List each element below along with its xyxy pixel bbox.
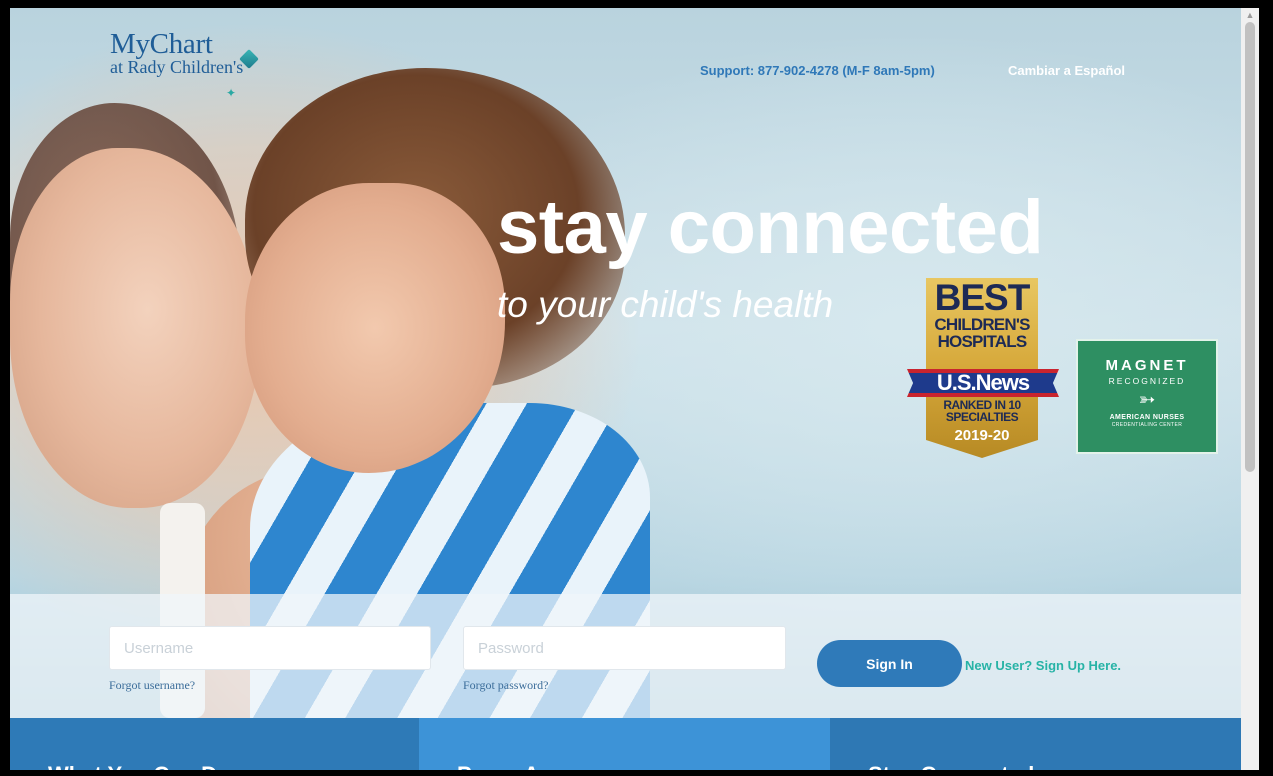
magnet-badge: MAGNET RECOGNIZED ➳ AMERICAN NURSES CRED… <box>1076 339 1218 454</box>
usnews-best: BEST <box>934 277 1031 318</box>
feature-stay-connected[interactable]: Stay Connected <box>830 718 1241 770</box>
usnews-badge: BEST CHILDREN'S HOSPITALS U.S.News RANKE… <box>907 276 1059 461</box>
browser-viewport: MyChart at Rady Children's ✦ Support: 87… <box>10 8 1241 770</box>
forgot-password-link[interactable]: Forgot password? <box>463 678 548 693</box>
feature-what-you-can-do[interactable]: What You Can Do <box>10 718 419 770</box>
support-phone: Support: 877-902-4278 (M-F 8am-5pm) <box>700 63 935 78</box>
forgot-username-link[interactable]: Forgot username? <box>109 678 195 693</box>
logo-line2: at Rady Children's <box>110 57 244 77</box>
magnet-org: AMERICAN NURSES <box>1109 414 1185 421</box>
logo-line1: MyChart <box>110 28 213 60</box>
sign-up-link[interactable]: New User? Sign Up Here. <box>965 658 1121 673</box>
feature-title: What You Can Do <box>48 762 231 770</box>
usnews-year: 2019-20 <box>954 427 1010 444</box>
feature-proxy-access[interactable]: Proxy Access <box>419 718 830 770</box>
scroll-up-icon[interactable]: ▲ <box>1245 10 1255 20</box>
feature-strip: What You Can Do Proxy Access Stay Connec… <box>10 718 1241 770</box>
feature-title: Proxy Access <box>457 762 601 770</box>
mychart-logo[interactable]: MyChart at Rady Children's <box>110 28 244 77</box>
password-input[interactable] <box>463 626 786 670</box>
username-input[interactable] <box>109 626 431 670</box>
usnews-line3: HOSPITALS <box>937 332 1028 351</box>
magnet-title: MAGNET <box>1105 357 1189 374</box>
hero-subline: to your child's health <box>497 284 834 325</box>
magnet-wing-icon: ➳ <box>1138 389 1156 411</box>
logo-feather-icon: ✦ <box>226 86 237 100</box>
usnews-brand: U.S.News <box>936 370 1030 395</box>
usnews-category: CHILDREN'S HOSPITALS <box>926 316 1038 350</box>
usnews-line2: CHILDREN'S <box>934 315 1030 334</box>
scrollbar-thumb[interactable] <box>1245 22 1255 472</box>
magnet-org2: CREDENTIALING CENTER <box>1111 422 1183 428</box>
usnews-rank: RANKED IN 10 SPECIALTIES <box>943 398 1021 424</box>
hero-headline: stay connected <box>497 185 1044 270</box>
magnet-subtitle: RECOGNIZED <box>1108 376 1186 386</box>
feature-title: Stay Connected <box>868 762 1034 770</box>
sign-in-button[interactable]: Sign In <box>817 640 962 687</box>
vertical-scrollbar[interactable]: ▲ <box>1241 8 1259 770</box>
language-link[interactable]: Cambiar a Español <box>1008 63 1125 78</box>
